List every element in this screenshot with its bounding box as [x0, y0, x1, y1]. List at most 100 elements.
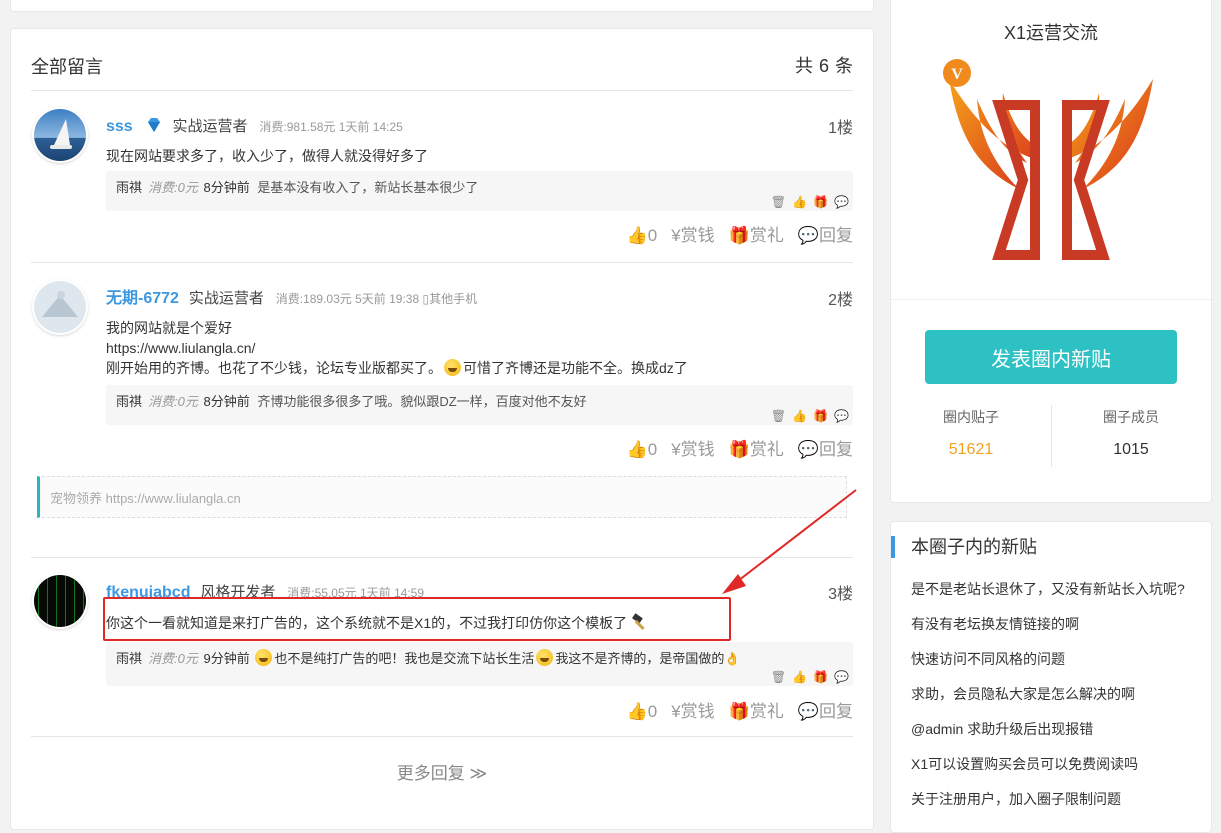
list-item[interactable]: 有没有老坛换友情链接的啊 — [911, 613, 1185, 648]
divider — [31, 736, 853, 737]
divider — [31, 557, 853, 558]
comment-consume-time: 消费:189.03元 5天前 19:38 ▯其他手机 — [275, 292, 478, 306]
new-posts-card: 本圈子内的新贴 是不是老站长退休了，又没有新站长入坑呢? 有没有老坛换友情链接的… — [890, 521, 1212, 833]
reply-consume: 消费:0元 — [148, 394, 198, 409]
reply-box: 雨祺 消费:0元 8分钟前 是基本没有收入了，新站长基本很少了 🗑 👍 🎁 💬 — [106, 171, 853, 211]
username-link[interactable]: 无期-6772 — [106, 290, 179, 307]
avatar[interactable] — [34, 109, 86, 161]
comment-actions: 👍0 ¥赏钱 🎁赏礼 💬回复 — [613, 221, 853, 246]
list-item[interactable]: 关于注册用户，加入圈子限制问题 — [911, 788, 1185, 823]
gift-icon[interactable]: 🎁 — [813, 409, 828, 423]
user-role: 实战运营者 — [188, 290, 264, 307]
group-info-card: X1运营交流 V 发表圈内新贴 圈内贴子 51621 圈子成员 1015 — [890, 0, 1212, 503]
comments-count: 共6条 — [794, 56, 853, 76]
comment-icon[interactable]: 💬 — [834, 409, 849, 423]
comment-actions: 👍0 ¥赏钱 🎁赏礼 💬回复 — [613, 697, 853, 722]
stat-value: 1015 — [1113, 441, 1149, 458]
more-replies-button[interactable]: 更多回复 ≫ — [11, 759, 873, 784]
stat-label: 圈内贴子 — [943, 409, 999, 425]
trash-icon[interactable]: 🗑 — [771, 409, 786, 423]
trash-icon[interactable]: 🗑 — [771, 195, 786, 209]
reply-consume: 消费:0元 — [148, 180, 198, 195]
group-logo: V — [943, 59, 1153, 260]
list-item[interactable]: X1可以设置购买会员可以免费阅读吗 — [911, 753, 1185, 788]
comment-text: 我的网站就是个爱好 https://www.liulangla.cn/ 刚开始用… — [106, 320, 688, 376]
list-item[interactable]: 求助，会员隐私大家是怎么解决的啊 — [911, 683, 1185, 718]
comments-panel: 全部留言 共6条 sss 实战运营者 消费:981.58元 1天前 14:25 … — [10, 28, 874, 830]
username-link[interactable]: sss — [106, 118, 133, 135]
comment-consume-time: 消费:981.58元 1天前 14:25 — [259, 120, 403, 134]
top-card-strip — [10, 0, 874, 12]
reply-text: 也不是纯打广告的吧！我也是交流下站长生活 — [274, 651, 535, 666]
new-posts-list: 是不是老站长退休了，又没有新站长入坑呢? 有没有老坛换友情链接的啊 快速访问不同… — [911, 578, 1185, 823]
reply-username[interactable]: 雨祺 — [116, 180, 142, 195]
new-post-button[interactable]: 发表圈内新贴 — [925, 330, 1177, 384]
reply-button[interactable]: 💬回复 — [798, 440, 853, 459]
thumb-up-icon[interactable]: 👍 — [792, 670, 807, 684]
tip-money-button[interactable]: ¥赏钱 — [671, 226, 714, 245]
reply-button[interactable]: 💬回复 — [798, 226, 853, 245]
stat-value: 51621 — [948, 441, 994, 458]
gift-icon[interactable]: 🎁 — [813, 670, 828, 684]
comment-item: 无期-6772 实战运营者 消费:189.03元 5天前 19:38 ▯其他手机… — [31, 281, 853, 471]
reply-line: 雨祺 消费:0元 8分钟前 是基本没有收入了，新站长基本很少了 — [116, 177, 478, 196]
thumb-up-icon[interactable]: 👍 — [792, 409, 807, 423]
comment-icon[interactable]: 💬 — [834, 670, 849, 684]
reply-time: 9分钟前 — [203, 651, 250, 666]
trash-icon[interactable]: 🗑 — [771, 670, 786, 684]
reply-line: 雨祺 消费:0元 9分钟前 也不是纯打广告的吧！我也是交流下站长生活 我这不是齐博的… — [116, 648, 741, 667]
floor-number: 2楼 — [828, 292, 853, 309]
emoji-icon — [444, 359, 461, 376]
tip-gift-button[interactable]: 🎁赏礼 — [729, 440, 784, 459]
comment-item: sss 实战运营者 消费:981.58元 1天前 14:25 1楼 现在网站要求… — [31, 109, 853, 259]
group-name: X1运营交流 — [1003, 23, 1099, 43]
logo-badge-letter: V — [951, 66, 963, 83]
reply-button[interactable]: 💬回复 — [798, 702, 853, 721]
reply-icons: 🗑 👍 🎁 💬 — [765, 409, 849, 423]
reply-box: 雨祺 消费:0元 9分钟前 也不是纯打广告的吧！我也是交流下站长生活 我这不是齐博的… — [106, 642, 853, 686]
list-item[interactable]: 快速访问不同风格的问题 — [911, 648, 1185, 683]
list-item[interactable]: @admin 求助升级后出现报错 — [911, 718, 1185, 753]
like-button[interactable]: 👍0 — [627, 226, 658, 245]
ok-hand-emoji-icon: 👌 — [724, 651, 741, 666]
new-posts-title: 本圈子内的新贴 — [891, 536, 1037, 558]
divider — [31, 262, 853, 263]
diamond-vip-icon — [147, 118, 160, 132]
ad-text[interactable]: 宠物领养 https://www.liulangla.cn — [50, 488, 241, 507]
reply-line: 雨祺 消费:0元 8分钟前 齐博功能很多很多了哦。貌似跟DZ一样，百度对他不友好 — [116, 391, 587, 410]
comment-link[interactable]: https://www.liulangla.cn/ — [106, 338, 688, 358]
reply-consume: 消费:0元 — [148, 651, 198, 666]
tip-gift-button[interactable]: 🎁赏礼 — [729, 226, 784, 245]
reply-time: 8分钟前 — [203, 394, 250, 409]
comment-text: 现在网站要求多了，收入少了，做得人就没得好多了 — [106, 148, 428, 164]
reply-username[interactable]: 雨祺 — [116, 651, 142, 666]
tip-money-button[interactable]: ¥赏钱 — [671, 702, 714, 721]
floor-number: 3楼 — [828, 586, 853, 603]
list-item[interactable]: 是不是老站长退休了，又没有新站长入坑呢? — [911, 578, 1185, 613]
like-button[interactable]: 👍0 — [627, 702, 658, 721]
stat-posts: 圈内贴子 51621 — [891, 407, 1051, 459]
comment-meta: sss 实战运营者 消费:981.58元 1天前 14:25 — [106, 114, 403, 138]
ad-banner[interactable]: 宠物领养 https://www.liulangla.cn — [37, 476, 847, 518]
grin-emoji-icon — [255, 649, 273, 666]
reply-username[interactable]: 雨祺 — [116, 394, 142, 409]
stat-label: 圈子成员 — [1103, 409, 1159, 425]
comment-icon[interactable]: 💬 — [834, 195, 849, 209]
tip-money-button[interactable]: ¥赏钱 — [671, 440, 714, 459]
avatar[interactable] — [34, 281, 86, 333]
reply-text: 是基本没有收入了，新站长基本很少了 — [257, 180, 479, 195]
comment-meta: 无期-6772 实战运营者 消费:189.03元 5天前 19:38 ▯其他手机 — [106, 286, 477, 310]
divider — [891, 299, 1211, 300]
gift-icon[interactable]: 🎁 — [813, 195, 828, 209]
thumb-up-icon[interactable]: 👍 — [792, 195, 807, 209]
reply-box: 雨祺 消费:0元 8分钟前 齐博功能很多很多了哦。貌似跟DZ一样，百度对他不友好 … — [106, 385, 853, 425]
user-role: 实战运营者 — [172, 118, 248, 135]
emoji-icon — [536, 649, 554, 666]
reply-icons: 🗑 👍 🎁 💬 — [765, 670, 849, 684]
tip-gift-button[interactable]: 🎁赏礼 — [729, 702, 784, 721]
comments-header: 全部留言 共6条 — [31, 29, 853, 91]
like-button[interactable]: 👍0 — [627, 440, 658, 459]
stat-members: 圈子成员 1015 — [1051, 407, 1211, 459]
comment-actions: 👍0 ¥赏钱 🎁赏礼 💬回复 — [613, 435, 853, 460]
avatar[interactable] — [34, 575, 86, 627]
